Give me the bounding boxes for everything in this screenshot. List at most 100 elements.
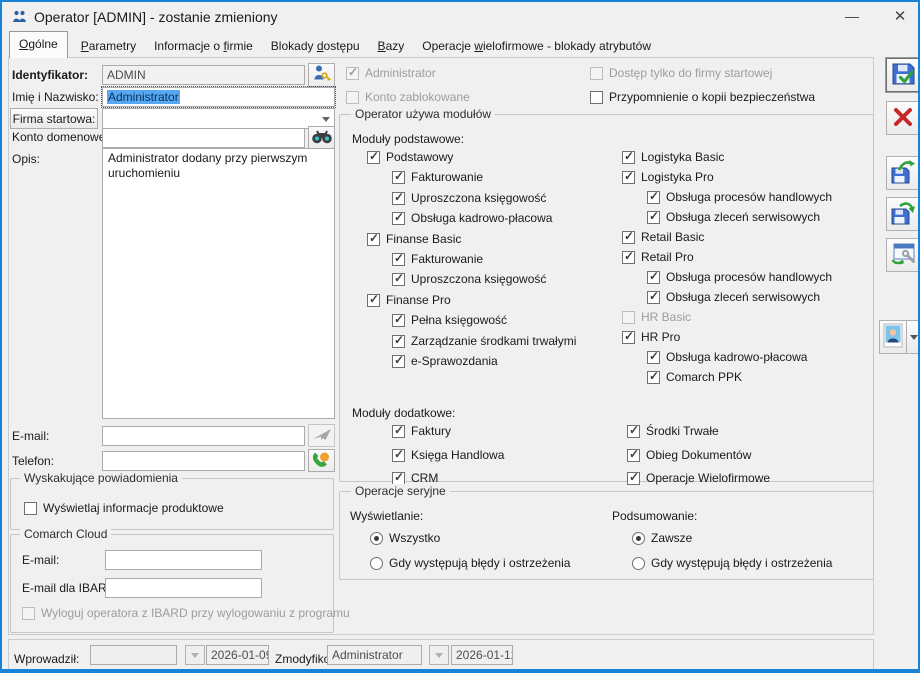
checkbox-retail-obsluga-procesow[interactable]: Obsługa procesów handlowych [647,270,832,284]
phone-icon [312,451,331,471]
tab-parametry[interactable]: Parametry [72,34,145,58]
checkbox-icon [622,231,635,244]
checkbox-label: Obsługa kadrowo-płacowa [666,350,807,364]
imie-nazwisko-input[interactable]: Administrator [102,87,335,107]
checkbox-icon [392,335,405,348]
checkbox-icon [647,191,660,204]
checkbox-podstawowy-fakturowanie[interactable]: Fakturowanie [392,170,483,184]
save-icon [890,60,917,90]
cloud-email-ibard-input[interactable] [105,578,262,598]
checkbox-icon [590,67,603,80]
checkbox-logistyka-obsluga-procesow[interactable]: Obsługa procesów handlowych [647,190,832,204]
tab-ogolne[interactable]: Ogólne [9,31,68,58]
checkbox-crm[interactable]: CRM [392,471,438,485]
binoculars-icon [311,129,333,147]
radio-podsumowanie-bledy[interactable]: Gdy występują błędy i ostrzeżenia [632,556,832,570]
tab-label: Informacje o firmie [154,39,253,53]
send-icon [312,428,332,444]
checkbox-wyloguj-ibard: Wyloguj operatora z IBARD przy wylogowan… [22,606,350,620]
checkbox-label: Obieg Dokumentów [646,448,751,462]
radio-label: Gdy występują błędy i ostrzeżenia [651,556,832,570]
app-icon [12,10,27,27]
checkbox-icon [392,171,405,184]
checkbox-icon [627,425,640,438]
checkbox-finanse-pro[interactable]: Finanse Pro [367,293,451,307]
checkbox-icon [392,472,405,485]
cancel-button[interactable] [886,101,920,135]
checkbox-icon [367,294,380,307]
checkbox-label: Comarch PPK [666,370,742,384]
close-button[interactable]: ✕ [882,2,918,31]
checkbox-icon [367,151,380,164]
firma-startowa-button[interactable]: Firma startowa: [10,108,98,129]
checkbox-informacje-produktowe[interactable]: Wyświetlaj informacje produktowe [24,501,224,515]
checkbox-label: Wyświetlaj informacje produktowe [43,501,224,515]
checkbox-finanse-basic-uproszczona-ksiegowosc[interactable]: Uproszczona księgowość [392,272,546,286]
checkbox-label: Konto zablokowane [365,90,470,104]
checkbox-label: Dostęp tylko do firmy startowej [609,66,772,80]
firma-startowa-combo[interactable] [102,108,335,129]
chevron-down-icon [322,117,330,122]
checkbox-ksiega-handlowa[interactable]: Księga Handlowa [392,448,504,462]
operator-card-dropdown[interactable] [906,320,920,354]
radio-wyswietlanie-wszystko[interactable]: Wszystko [370,531,440,545]
radio-wyswietlanie-bledy[interactable]: Gdy występują błędy i ostrzeżenia [370,556,570,570]
checkbox-label: Retail Pro [641,250,694,264]
checkbox-operacje-wielofirmowe[interactable]: Operacje Wielofirmowe [627,471,770,485]
email-label: E-mail: [12,429,49,443]
checkbox-hr-pro[interactable]: HR Pro [622,330,680,344]
tab-operacje-wielofirmowe[interactable]: Operacje wielofirmowe - blokady atrybutó… [413,34,660,58]
checkbox-podstawowy-obsluga-kadrowo-placowa[interactable]: Obsługa kadrowo-płacowa [392,211,552,225]
minimize-button[interactable]: — [834,2,870,31]
checkbox-label: Obsługa procesów handlowych [666,270,832,284]
checkbox-hr-obsluga-kadrowo-placowa[interactable]: Obsługa kadrowo-płacowa [647,350,807,364]
operator-rights-button[interactable] [308,63,335,87]
window-title: Operator [ADMIN] - zostanie zmieniony [34,9,278,25]
checkbox-podstawowy-uproszczona-ksiegowosc[interactable]: Uproszczona księgowość [392,191,546,205]
checkbox-finanse-basic[interactable]: Finanse Basic [367,232,461,246]
checkbox-e-sprawozdania[interactable]: e-Sprawozdania [392,354,498,368]
checkbox-label: Obsługa zleceń serwisowych [666,290,820,304]
wprowadzil-date-field: 2026-01-09 [206,645,269,665]
cloud-email-input[interactable] [105,550,262,570]
checkbox-logistyka-pro[interactable]: Logistyka Pro [622,170,714,184]
save-and-previous-button[interactable] [886,156,920,190]
save-button[interactable] [886,58,920,92]
radio-icon [632,557,645,570]
checkbox-retail-basic[interactable]: Retail Basic [622,230,704,244]
konto-domenowe-input[interactable] [102,128,305,148]
opis-textarea[interactable]: Administrator dodany przy pierwszym uruc… [102,148,335,419]
tab-label: Ogólne [19,37,58,51]
tab-bazy[interactable]: Bazy [369,34,414,58]
checkbox-faktury[interactable]: Faktury [392,424,451,438]
checkbox-srodki-trwale[interactable]: Środki Trwałe [627,424,719,438]
radio-podsumowanie-zawsze[interactable]: Zawsze [632,531,692,545]
checkbox-icon [647,211,660,224]
checkbox-icon [346,91,359,104]
user-key-icon [311,64,332,86]
tab-blokady-dostepu[interactable]: Blokady dostępu [262,34,369,58]
checkbox-retail-pro[interactable]: Retail Pro [622,250,694,264]
window-settings-button[interactable] [886,238,920,272]
checkbox-przypomnienie-kopia[interactable]: Przypomnienie o kopii bezpieczeństwa [590,90,815,104]
operator-card-button[interactable] [879,320,907,354]
call-button[interactable] [308,449,335,472]
checkbox-logistyka-basic[interactable]: Logistyka Basic [622,150,724,164]
checkbox-zarzadzanie-srodkami-trwalymi[interactable]: Zarządzanie środkami trwałymi [392,334,576,348]
checkbox-finanse-basic-fakturowanie[interactable]: Fakturowanie [392,252,483,266]
checkbox-retail-obsluga-zlecen[interactable]: Obsługa zleceń serwisowych [647,290,820,304]
checkbox-logistyka-obsluga-zlecen[interactable]: Obsługa zleceń serwisowych [647,210,820,224]
domain-search-button[interactable] [308,126,335,149]
email-input[interactable] [102,426,305,446]
telefon-input[interactable] [102,451,305,471]
checkbox-comarch-ppk[interactable]: Comarch PPK [647,370,742,384]
save-and-next-button[interactable] [886,197,920,231]
tab-informacje-o-firmie[interactable]: Informacje o firmie [145,34,262,58]
checkbox-pelna-ksiegowosc[interactable]: Pełna księgowość [392,313,507,327]
checkbox-obieg-dokumentow[interactable]: Obieg Dokumentów [627,448,751,462]
cloud-email-label: E-mail: [22,553,59,567]
checkbox-podstawowy[interactable]: Podstawowy [367,150,453,164]
checkbox-icon [392,425,405,438]
floppy-arrow-up-icon [890,158,917,188]
checkbox-label: Finanse Basic [386,232,461,246]
